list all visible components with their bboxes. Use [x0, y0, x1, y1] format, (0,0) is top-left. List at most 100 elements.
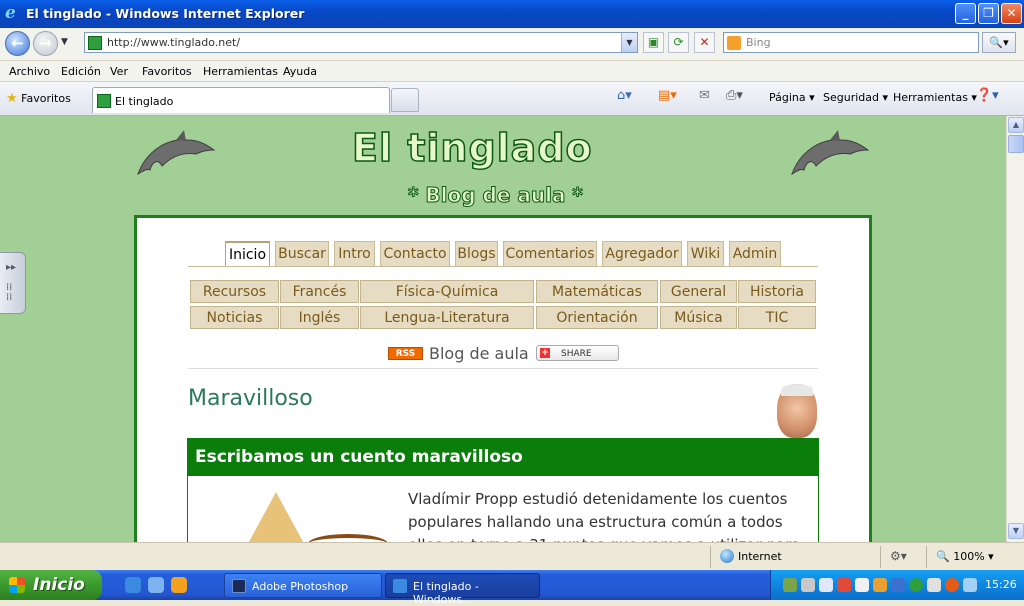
- history-dropdown-icon[interactable]: ▼: [61, 37, 68, 47]
- tab-comentarios[interactable]: Comentarios: [503, 241, 597, 266]
- vertical-scrollbar[interactable]: ▲ ▼: [1006, 116, 1024, 542]
- author-avatar: [777, 384, 817, 438]
- tray-alert-icon[interactable]: [837, 578, 851, 592]
- refresh-button[interactable]: ⟳: [668, 32, 689, 53]
- category-general[interactable]: General: [660, 280, 737, 303]
- site-title[interactable]: El tinglado: [351, 125, 593, 171]
- menu-favoritos[interactable]: Favoritos: [142, 65, 192, 78]
- feeds-icon[interactable]: ▤▾: [658, 88, 677, 103]
- rss-icon[interactable]: RSS: [388, 347, 423, 360]
- category-recursos[interactable]: Recursos: [190, 280, 279, 303]
- tab-favicon-icon: [97, 94, 111, 108]
- task-photoshop[interactable]: Adobe Photoshop: [224, 573, 382, 598]
- dolphin-right-icon: [791, 130, 870, 176]
- search-button[interactable]: 🔍▾: [982, 32, 1016, 53]
- category-matematicas[interactable]: Matemáticas: [536, 280, 658, 303]
- back-button[interactable]: ←: [5, 31, 30, 56]
- menu-bar: Archivo Edición Ver Favoritos Herramient…: [0, 60, 1024, 82]
- ie-quicklaunch-icon[interactable]: [125, 577, 141, 593]
- favorites-button[interactable]: ★ Favoritos: [6, 91, 71, 106]
- close-button[interactable]: ✕: [1001, 3, 1022, 24]
- scroll-down-icon[interactable]: ▼: [1008, 523, 1024, 539]
- bluetooth-icon[interactable]: [891, 578, 905, 592]
- volume-icon[interactable]: [873, 578, 887, 592]
- category-noticias[interactable]: Noticias: [190, 306, 279, 329]
- tools-menu[interactable]: Herramientas ▾: [893, 91, 977, 104]
- clock[interactable]: 15:26: [985, 578, 1017, 591]
- page-menu[interactable]: Página ▾: [769, 91, 815, 104]
- post-text: Vladímir Propp estudió detenidamente los…: [408, 490, 801, 546]
- status-divider: [926, 546, 927, 568]
- tray-display-icon[interactable]: [927, 578, 941, 592]
- address-bar[interactable]: http://www.tinglado.net/ ▼: [84, 32, 638, 53]
- site-subtitle: * Blog de aula *: [408, 183, 584, 208]
- maximize-button[interactable]: ❐: [978, 3, 999, 24]
- menu-ver[interactable]: Ver: [110, 65, 128, 78]
- protected-mode-icon[interactable]: ⚙▾: [890, 549, 907, 563]
- menu-edicion[interactable]: Edición: [61, 65, 101, 78]
- window-title: El tinglado - Windows Internet Explorer: [26, 6, 305, 21]
- plus-icon: +: [540, 348, 550, 358]
- category-musica[interactable]: Música: [660, 306, 737, 329]
- task-internet-explorer[interactable]: El tinglado - Windows...: [385, 573, 540, 606]
- tray-update-icon[interactable]: [909, 578, 923, 592]
- tab-agregador[interactable]: Agregador: [602, 241, 682, 266]
- tab-intro[interactable]: Intro: [334, 241, 375, 266]
- network-icon[interactable]: [819, 578, 833, 592]
- tab-inicio[interactable]: Inicio: [225, 241, 270, 266]
- star-icon: ★: [6, 91, 18, 106]
- tray-media-icon[interactable]: [945, 578, 959, 592]
- tab-admin[interactable]: Admin: [729, 241, 781, 266]
- tray-monitor-icon[interactable]: [963, 578, 977, 592]
- home-icon[interactable]: ⌂▾: [617, 88, 632, 103]
- category-tic[interactable]: TIC: [738, 306, 816, 329]
- scroll-thumb[interactable]: [1008, 135, 1024, 153]
- forward-button[interactable]: →: [33, 31, 58, 56]
- help-icon[interactable]: ❓▾: [976, 88, 999, 103]
- category-orientacion[interactable]: Orientación: [536, 306, 658, 329]
- zoom-level[interactable]: 🔍 100% ▾: [936, 550, 994, 563]
- internet-zone-icon: [720, 549, 734, 563]
- tab-buscar[interactable]: Buscar: [275, 241, 329, 266]
- menu-herramientas[interactable]: Herramientas: [203, 65, 278, 78]
- category-ingles[interactable]: Inglés: [280, 306, 359, 329]
- sidebar-handle[interactable]: ▸▸ ⁞⁞ ⁞⁞: [0, 252, 26, 314]
- menu-archivo[interactable]: Archivo: [9, 65, 50, 78]
- post-title-bar: Escribamos un cuento maravilloso: [187, 438, 819, 476]
- tab-wiki[interactable]: Wiki: [687, 241, 724, 266]
- tray-settings-icon[interactable]: [801, 578, 815, 592]
- new-tab-button[interactable]: [391, 88, 419, 112]
- address-dropdown-icon[interactable]: ▼: [621, 33, 637, 52]
- post-title[interactable]: Escribamos un cuento maravilloso: [195, 447, 523, 467]
- compatibility-view-button[interactable]: ▣: [643, 32, 664, 53]
- stop-button[interactable]: ✕: [694, 32, 715, 53]
- tray-app-icon[interactable]: [783, 578, 797, 592]
- title-bar: e El tinglado - Windows Internet Explore…: [0, 0, 1024, 28]
- category-fisica-quimica[interactable]: Física-Química: [360, 280, 534, 303]
- tray-device-icon[interactable]: [855, 578, 869, 592]
- scroll-up-icon[interactable]: ▲: [1008, 117, 1024, 133]
- start-button[interactable]: Inicio: [0, 570, 102, 600]
- status-divider: [710, 546, 711, 568]
- status-divider: [880, 546, 881, 568]
- mail-icon[interactable]: ✉: [699, 88, 710, 103]
- print-icon[interactable]: ⎙▾: [726, 88, 743, 103]
- witch-hat-illustration: [238, 492, 314, 546]
- tab-contacto[interactable]: Contacto: [380, 241, 450, 266]
- search-input[interactable]: Bing: [746, 36, 771, 49]
- ie-quicklaunch-icon-2[interactable]: [148, 577, 164, 593]
- search-box[interactable]: Bing: [723, 32, 979, 53]
- security-menu[interactable]: Seguridad ▾: [823, 91, 888, 104]
- section-title[interactable]: Maravilloso: [188, 386, 313, 411]
- photoshop-icon: [232, 579, 246, 593]
- minimize-button[interactable]: _: [955, 3, 976, 24]
- category-lengua-literatura[interactable]: Lengua-Literatura: [360, 306, 534, 329]
- category-frances[interactable]: Francés: [280, 280, 359, 303]
- tab-blogs[interactable]: Blogs: [455, 241, 498, 266]
- menu-ayuda[interactable]: Ayuda: [283, 65, 317, 78]
- share-button[interactable]: + SHARE: [536, 345, 619, 361]
- tab-el-tinglado[interactable]: El tinglado: [92, 87, 390, 113]
- address-input[interactable]: http://www.tinglado.net/: [107, 36, 240, 49]
- category-historia[interactable]: Historia: [738, 280, 816, 303]
- media-player-icon[interactable]: [171, 577, 187, 593]
